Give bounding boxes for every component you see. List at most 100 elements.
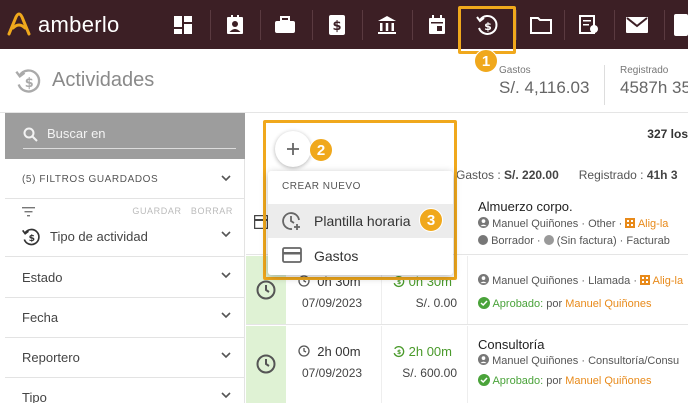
activities-header-icon: $ bbox=[14, 67, 42, 100]
menu-header: CREAR NUEVO bbox=[282, 181, 361, 192]
dashboard-icon[interactable] bbox=[158, 0, 208, 49]
borrar-button[interactable]: BORRAR bbox=[191, 206, 233, 216]
search-icon bbox=[23, 127, 38, 142]
summary-gastos-label: Gastos : bbox=[456, 168, 501, 182]
callout-badge-3: 3 bbox=[419, 208, 443, 232]
gastos-label: Gastos bbox=[499, 65, 531, 76]
total-count: 327 los bbox=[647, 127, 688, 141]
row-description: Consultoría Manuel Quiñones · Consultorí… bbox=[468, 326, 688, 403]
amberlo-logo-icon bbox=[7, 12, 31, 36]
saved-filters-dropdown[interactable]: (5) FILTROS GUARDADOS bbox=[5, 161, 245, 199]
add-button[interactable] bbox=[275, 131, 311, 167]
svg-text:$: $ bbox=[29, 233, 35, 244]
calendar-icon[interactable] bbox=[412, 0, 462, 49]
search-input[interactable]: Buscar en bbox=[47, 126, 106, 141]
chevron-down-icon bbox=[221, 175, 231, 182]
row-user: Manuel Quiñones bbox=[492, 218, 579, 230]
user-icon bbox=[478, 354, 489, 365]
invoice-dot-icon bbox=[543, 235, 554, 245]
row-user: Manuel Quiñones bbox=[492, 355, 579, 367]
page-title: Actividades bbox=[52, 69, 155, 91]
filter-icon[interactable] bbox=[22, 207, 35, 217]
menu-item-label: Plantilla horaria bbox=[314, 213, 411, 229]
table-row[interactable]: 2h 00m 07/09/2023 $ 2h 00m S/. 600.00 Co… bbox=[246, 326, 688, 403]
chevron-down-icon bbox=[221, 352, 231, 359]
chevron-down-icon bbox=[221, 272, 231, 279]
clock-icon bbox=[256, 354, 276, 374]
clock-icon bbox=[256, 280, 276, 300]
filter-fecha[interactable]: Fecha bbox=[5, 298, 245, 338]
row-client-link[interactable]: Alig-la bbox=[653, 275, 684, 287]
filter-tipo-actividad[interactable]: $ Tipo de actividad bbox=[5, 217, 245, 257]
row-date: 07/09/2023 bbox=[302, 366, 363, 380]
certificate-icon[interactable] bbox=[564, 0, 614, 49]
page-header: $ Actividades Gastos S/. 4,116.03 Regist… bbox=[0, 49, 688, 113]
app-name: amberlo bbox=[38, 12, 120, 37]
row-invoice: (Sin factura) · Facturab bbox=[553, 235, 670, 247]
callout-badge-2: 2 bbox=[309, 138, 333, 162]
filter-tipo[interactable]: Tipo bbox=[5, 378, 245, 403]
chevron-down-icon bbox=[221, 392, 231, 399]
building-icon bbox=[640, 275, 651, 285]
chevron-down-icon bbox=[221, 312, 231, 319]
row-type: · Other · bbox=[578, 218, 623, 230]
row-title: Consultoría bbox=[478, 337, 545, 352]
dollar-icon[interactable]: $ bbox=[312, 0, 362, 49]
filter-panel: Buscar en (5) FILTROS GUARDADOS GUARDAR … bbox=[0, 113, 245, 403]
row-approver-link[interactable]: Manuel Quiñones bbox=[565, 298, 651, 310]
svg-text:$: $ bbox=[332, 19, 341, 34]
menu-item-gastos[interactable]: Gastos bbox=[268, 239, 453, 273]
row-description: Manuel Quiñones · Llamada · Alig-la Apro… bbox=[468, 256, 688, 324]
registrado-value: 4587h 35 bbox=[620, 78, 688, 97]
row-client-link[interactable]: Alig-la bbox=[638, 218, 669, 230]
timer-icon bbox=[298, 345, 310, 357]
row-status-by: por bbox=[543, 298, 566, 310]
chevron-down-icon bbox=[221, 231, 231, 238]
row-date: 07/09/2023 bbox=[302, 296, 363, 310]
filter-label: Tipo de actividad bbox=[50, 229, 148, 244]
folder-icon[interactable] bbox=[516, 0, 566, 49]
svg-text:$: $ bbox=[25, 76, 34, 91]
row-type: · Consultoría/Consu bbox=[578, 355, 680, 367]
filter-label: Estado bbox=[22, 270, 63, 285]
search-box[interactable]: Buscar en bbox=[5, 113, 245, 159]
mail-icon[interactable] bbox=[612, 0, 662, 49]
list-summary: Gastos : S/. 220.00 Registrado : 41h 3 bbox=[456, 168, 678, 182]
filter-label: Reportero bbox=[22, 350, 80, 365]
clock-add-icon bbox=[282, 212, 300, 230]
building-icon bbox=[625, 218, 636, 228]
app-logo[interactable]: amberlo bbox=[6, 10, 120, 40]
bank-icon[interactable] bbox=[362, 0, 412, 49]
row-user: Manuel Quiñones bbox=[492, 275, 579, 287]
filter-reportero[interactable]: Reportero bbox=[5, 338, 245, 378]
row-approver-link[interactable]: Manuel Quiñones bbox=[565, 375, 651, 387]
summary-registrado-value: 41h 3 bbox=[646, 168, 678, 182]
summary-registrado-label: Registrado : bbox=[578, 168, 644, 182]
filter-estado[interactable]: Estado bbox=[5, 258, 245, 298]
row-status: Aprobado: bbox=[492, 298, 544, 310]
row-status: Aprobado: bbox=[492, 375, 544, 387]
card-icon bbox=[282, 247, 302, 263]
row-status: Borrador · bbox=[491, 235, 541, 247]
row-type: · Llamada · bbox=[578, 275, 637, 287]
menu-item-label: Gastos bbox=[314, 248, 359, 264]
check-circle-icon bbox=[478, 374, 490, 386]
callout-badge-1: 1 bbox=[474, 49, 498, 73]
row-billed: 2h 00m bbox=[408, 344, 452, 359]
user-icon bbox=[478, 217, 489, 228]
more-nav-icon[interactable] bbox=[674, 14, 688, 36]
registrado-label: Registrado bbox=[620, 65, 669, 76]
gastos-value: S/. 4,116.03 bbox=[499, 78, 590, 97]
row-title: Almuerzo corpo. bbox=[478, 199, 573, 214]
billable-icon: $ bbox=[393, 345, 405, 357]
row-amount: S/. 600.00 bbox=[402, 366, 457, 380]
contacts-icon[interactable] bbox=[210, 0, 260, 49]
row-status-by: por bbox=[543, 375, 566, 387]
summary-gastos-value: S/. 220.00 bbox=[504, 168, 559, 182]
guardar-button[interactable]: GUARDAR bbox=[132, 206, 181, 216]
saved-filters-label: (5) FILTROS GUARDADOS bbox=[22, 174, 159, 185]
top-navbar: amberlo $ $ bbox=[0, 0, 688, 49]
briefcase-icon[interactable] bbox=[260, 0, 310, 49]
callout-box-nav bbox=[458, 6, 516, 54]
plus-icon bbox=[287, 143, 299, 155]
